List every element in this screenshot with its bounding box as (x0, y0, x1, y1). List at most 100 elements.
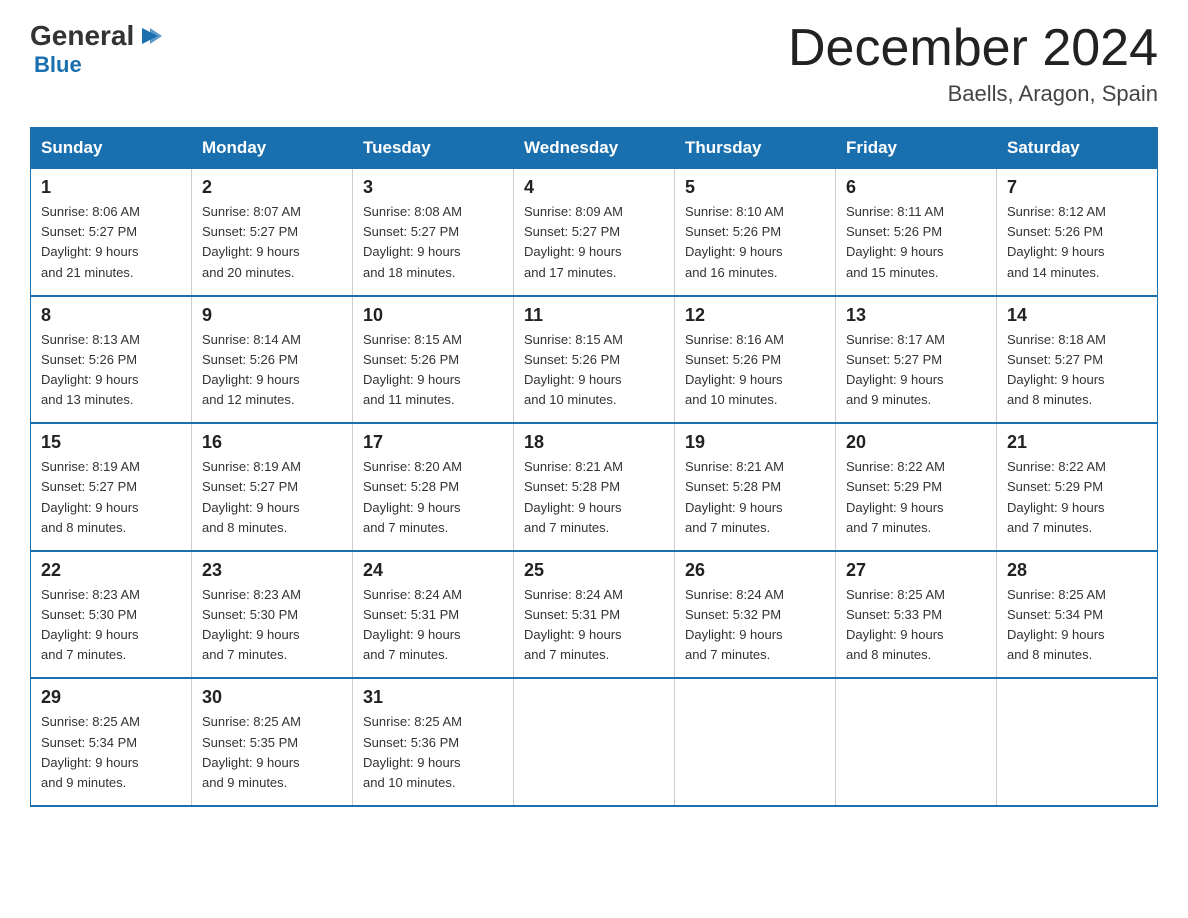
day-number: 19 (685, 432, 825, 453)
calendar-day-cell: 4 Sunrise: 8:09 AM Sunset: 5:27 PM Dayli… (514, 169, 675, 296)
calendar-day-cell: 22 Sunrise: 8:23 AM Sunset: 5:30 PM Dayl… (31, 551, 192, 679)
calendar-empty-cell (514, 678, 675, 806)
calendar-day-cell: 13 Sunrise: 8:17 AM Sunset: 5:27 PM Dayl… (836, 296, 997, 424)
day-number: 31 (363, 687, 503, 708)
logo-general-text: General (30, 20, 134, 52)
day-number: 17 (363, 432, 503, 453)
calendar-day-cell: 24 Sunrise: 8:24 AM Sunset: 5:31 PM Dayl… (353, 551, 514, 679)
weekday-header-saturday: Saturday (997, 128, 1158, 169)
calendar-day-cell: 17 Sunrise: 8:20 AM Sunset: 5:28 PM Dayl… (353, 423, 514, 551)
day-info: Sunrise: 8:07 AM Sunset: 5:27 PM Dayligh… (202, 202, 342, 283)
calendar-week-row: 15 Sunrise: 8:19 AM Sunset: 5:27 PM Dayl… (31, 423, 1158, 551)
weekday-header-friday: Friday (836, 128, 997, 169)
calendar-week-row: 29 Sunrise: 8:25 AM Sunset: 5:34 PM Dayl… (31, 678, 1158, 806)
weekday-header-wednesday: Wednesday (514, 128, 675, 169)
day-info: Sunrise: 8:25 AM Sunset: 5:36 PM Dayligh… (363, 712, 503, 793)
day-info: Sunrise: 8:25 AM Sunset: 5:35 PM Dayligh… (202, 712, 342, 793)
day-info: Sunrise: 8:24 AM Sunset: 5:31 PM Dayligh… (363, 585, 503, 666)
day-info: Sunrise: 8:11 AM Sunset: 5:26 PM Dayligh… (846, 202, 986, 283)
day-number: 27 (846, 560, 986, 581)
day-info: Sunrise: 8:21 AM Sunset: 5:28 PM Dayligh… (524, 457, 664, 538)
calendar-day-cell: 28 Sunrise: 8:25 AM Sunset: 5:34 PM Dayl… (997, 551, 1158, 679)
calendar-day-cell: 3 Sunrise: 8:08 AM Sunset: 5:27 PM Dayli… (353, 169, 514, 296)
day-number: 24 (363, 560, 503, 581)
day-number: 7 (1007, 177, 1147, 198)
calendar-day-cell: 29 Sunrise: 8:25 AM Sunset: 5:34 PM Dayl… (31, 678, 192, 806)
day-number: 14 (1007, 305, 1147, 326)
day-number: 26 (685, 560, 825, 581)
calendar-day-cell: 2 Sunrise: 8:07 AM Sunset: 5:27 PM Dayli… (192, 169, 353, 296)
calendar-day-cell: 31 Sunrise: 8:25 AM Sunset: 5:36 PM Dayl… (353, 678, 514, 806)
day-number: 28 (1007, 560, 1147, 581)
day-number: 29 (41, 687, 181, 708)
weekday-header-tuesday: Tuesday (353, 128, 514, 169)
day-number: 18 (524, 432, 664, 453)
calendar-empty-cell (675, 678, 836, 806)
day-number: 9 (202, 305, 342, 326)
calendar-day-cell: 19 Sunrise: 8:21 AM Sunset: 5:28 PM Dayl… (675, 423, 836, 551)
day-info: Sunrise: 8:23 AM Sunset: 5:30 PM Dayligh… (41, 585, 181, 666)
day-number: 12 (685, 305, 825, 326)
calendar-day-cell: 11 Sunrise: 8:15 AM Sunset: 5:26 PM Dayl… (514, 296, 675, 424)
calendar-header-row: SundayMondayTuesdayWednesdayThursdayFrid… (31, 128, 1158, 169)
calendar-day-cell: 27 Sunrise: 8:25 AM Sunset: 5:33 PM Dayl… (836, 551, 997, 679)
calendar-empty-cell (836, 678, 997, 806)
calendar-week-row: 1 Sunrise: 8:06 AM Sunset: 5:27 PM Dayli… (31, 169, 1158, 296)
day-info: Sunrise: 8:22 AM Sunset: 5:29 PM Dayligh… (1007, 457, 1147, 538)
day-info: Sunrise: 8:08 AM Sunset: 5:27 PM Dayligh… (363, 202, 503, 283)
calendar-day-cell: 23 Sunrise: 8:23 AM Sunset: 5:30 PM Dayl… (192, 551, 353, 679)
day-info: Sunrise: 8:23 AM Sunset: 5:30 PM Dayligh… (202, 585, 342, 666)
day-info: Sunrise: 8:15 AM Sunset: 5:26 PM Dayligh… (363, 330, 503, 411)
day-number: 3 (363, 177, 503, 198)
calendar-day-cell: 18 Sunrise: 8:21 AM Sunset: 5:28 PM Dayl… (514, 423, 675, 551)
day-number: 30 (202, 687, 342, 708)
weekday-header-monday: Monday (192, 128, 353, 169)
day-number: 22 (41, 560, 181, 581)
day-number: 8 (41, 305, 181, 326)
weekday-header-sunday: Sunday (31, 128, 192, 169)
day-number: 6 (846, 177, 986, 198)
calendar-table: SundayMondayTuesdayWednesdayThursdayFrid… (30, 127, 1158, 807)
day-number: 16 (202, 432, 342, 453)
calendar-day-cell: 16 Sunrise: 8:19 AM Sunset: 5:27 PM Dayl… (192, 423, 353, 551)
day-info: Sunrise: 8:24 AM Sunset: 5:32 PM Dayligh… (685, 585, 825, 666)
day-number: 2 (202, 177, 342, 198)
subtitle: Baells, Aragon, Spain (788, 81, 1158, 107)
title-section: December 2024 Baells, Aragon, Spain (788, 20, 1158, 107)
day-info: Sunrise: 8:22 AM Sunset: 5:29 PM Dayligh… (846, 457, 986, 538)
calendar-day-cell: 5 Sunrise: 8:10 AM Sunset: 5:26 PM Dayli… (675, 169, 836, 296)
day-info: Sunrise: 8:25 AM Sunset: 5:33 PM Dayligh… (846, 585, 986, 666)
logo: General Blue (30, 20, 166, 78)
day-info: Sunrise: 8:20 AM Sunset: 5:28 PM Dayligh… (363, 457, 503, 538)
day-number: 21 (1007, 432, 1147, 453)
page-header: General Blue December 2024 Baells, Arago… (30, 20, 1158, 107)
day-info: Sunrise: 8:24 AM Sunset: 5:31 PM Dayligh… (524, 585, 664, 666)
calendar-day-cell: 26 Sunrise: 8:24 AM Sunset: 5:32 PM Dayl… (675, 551, 836, 679)
calendar-day-cell: 12 Sunrise: 8:16 AM Sunset: 5:26 PM Dayl… (675, 296, 836, 424)
weekday-header-thursday: Thursday (675, 128, 836, 169)
day-info: Sunrise: 8:16 AM Sunset: 5:26 PM Dayligh… (685, 330, 825, 411)
day-number: 20 (846, 432, 986, 453)
day-number: 23 (202, 560, 342, 581)
day-info: Sunrise: 8:21 AM Sunset: 5:28 PM Dayligh… (685, 457, 825, 538)
calendar-day-cell: 25 Sunrise: 8:24 AM Sunset: 5:31 PM Dayl… (514, 551, 675, 679)
day-number: 10 (363, 305, 503, 326)
logo-triangle-icon (136, 22, 164, 50)
day-info: Sunrise: 8:25 AM Sunset: 5:34 PM Dayligh… (41, 712, 181, 793)
calendar-day-cell: 9 Sunrise: 8:14 AM Sunset: 5:26 PM Dayli… (192, 296, 353, 424)
day-info: Sunrise: 8:12 AM Sunset: 5:26 PM Dayligh… (1007, 202, 1147, 283)
calendar-day-cell: 15 Sunrise: 8:19 AM Sunset: 5:27 PM Dayl… (31, 423, 192, 551)
day-info: Sunrise: 8:18 AM Sunset: 5:27 PM Dayligh… (1007, 330, 1147, 411)
day-info: Sunrise: 8:14 AM Sunset: 5:26 PM Dayligh… (202, 330, 342, 411)
day-info: Sunrise: 8:09 AM Sunset: 5:27 PM Dayligh… (524, 202, 664, 283)
day-number: 15 (41, 432, 181, 453)
day-number: 4 (524, 177, 664, 198)
day-info: Sunrise: 8:06 AM Sunset: 5:27 PM Dayligh… (41, 202, 181, 283)
day-info: Sunrise: 8:25 AM Sunset: 5:34 PM Dayligh… (1007, 585, 1147, 666)
calendar-day-cell: 20 Sunrise: 8:22 AM Sunset: 5:29 PM Dayl… (836, 423, 997, 551)
calendar-day-cell: 10 Sunrise: 8:15 AM Sunset: 5:26 PM Dayl… (353, 296, 514, 424)
day-info: Sunrise: 8:17 AM Sunset: 5:27 PM Dayligh… (846, 330, 986, 411)
calendar-day-cell: 7 Sunrise: 8:12 AM Sunset: 5:26 PM Dayli… (997, 169, 1158, 296)
calendar-day-cell: 21 Sunrise: 8:22 AM Sunset: 5:29 PM Dayl… (997, 423, 1158, 551)
calendar-week-row: 8 Sunrise: 8:13 AM Sunset: 5:26 PM Dayli… (31, 296, 1158, 424)
